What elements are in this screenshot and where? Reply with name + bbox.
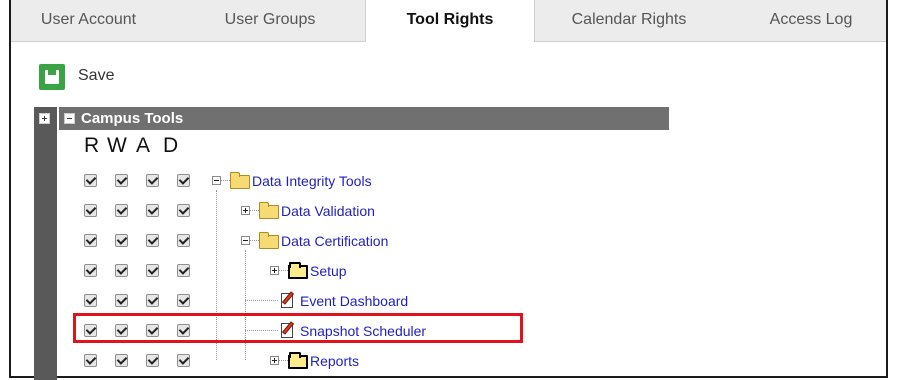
tab-user-account[interactable]: User Account [11, 0, 166, 41]
permission-checkbox[interactable] [146, 264, 159, 277]
tree-header: Campus Tools [59, 107, 669, 130]
perm-header-read: R [84, 134, 100, 157]
tree-node-label[interactable]: Data Validation [281, 203, 375, 219]
tab-bar: User Account User Groups Tool Rights Cal… [11, 0, 886, 42]
pencil-icon [281, 291, 295, 305]
folder-icon [288, 262, 308, 279]
tree-root-label: Campus Tools [81, 110, 184, 127]
tree-guide-line [245, 250, 246, 360]
tab-calendar-rights[interactable]: Calendar Rights [549, 0, 709, 41]
perm-header-write: W [107, 134, 127, 157]
tree-connector [250, 210, 259, 211]
collapse-node-icon[interactable] [241, 236, 250, 245]
perm-header-add: A [136, 134, 151, 157]
tree-sidebar [34, 107, 57, 380]
permission-checkbox[interactable] [115, 174, 128, 187]
permission-checkbox[interactable] [146, 204, 159, 217]
tree-connector [250, 240, 259, 241]
tree-node-label[interactable]: Setup [310, 263, 347, 279]
expand-node-icon[interactable] [241, 206, 250, 215]
tree-connector [279, 360, 288, 361]
highlight-box [73, 313, 523, 343]
folder-icon [259, 202, 279, 219]
permission-checkbox[interactable] [146, 174, 159, 187]
permission-checkbox[interactable] [115, 204, 128, 217]
tab-access-log[interactable]: Access Log [756, 0, 866, 41]
permission-checkbox[interactable] [84, 354, 97, 367]
expand-all-icon[interactable] [39, 113, 50, 124]
permission-checkbox[interactable] [177, 234, 190, 247]
folder-icon [230, 172, 250, 189]
page-edit-icon [281, 291, 295, 308]
permission-checkbox[interactable] [84, 234, 97, 247]
collapse-icon[interactable] [64, 113, 75, 124]
expand-node-icon[interactable] [270, 266, 279, 275]
permission-checkbox[interactable] [146, 354, 159, 367]
tree-connector [245, 300, 278, 301]
permission-checkbox[interactable] [146, 294, 159, 307]
tree-node-label[interactable]: Reports [310, 353, 359, 369]
expand-node-icon[interactable] [270, 356, 279, 365]
permission-checkbox[interactable] [115, 234, 128, 247]
collapse-node-icon[interactable] [212, 176, 221, 185]
permission-checkbox[interactable] [115, 264, 128, 277]
permission-checkbox[interactable] [115, 294, 128, 307]
tree-node-label[interactable]: Event Dashboard [300, 293, 408, 309]
permission-checkbox[interactable] [115, 354, 128, 367]
tab-tool-rights[interactable]: Tool Rights [365, 0, 535, 42]
tree-node-label[interactable]: Data Integrity Tools [252, 173, 372, 189]
tab-user-groups[interactable]: User Groups [209, 0, 331, 41]
tree-connector [279, 270, 288, 271]
permission-checkbox[interactable] [177, 174, 190, 187]
save-button[interactable]: Save [78, 67, 114, 85]
folder-icon [288, 352, 308, 369]
permission-checkbox[interactable] [84, 174, 97, 187]
tree-node-label[interactable]: Data Certification [281, 233, 388, 249]
permission-checkbox[interactable] [177, 354, 190, 367]
permission-checkbox[interactable] [84, 294, 97, 307]
permission-checkbox[interactable] [84, 264, 97, 277]
save-icon[interactable] [39, 64, 65, 90]
perm-header-delete: D [163, 134, 179, 157]
permission-checkbox[interactable] [84, 204, 97, 217]
permission-checkbox[interactable] [177, 264, 190, 277]
tree-connector [221, 180, 230, 181]
folder-icon [259, 232, 279, 249]
permission-checkbox[interactable] [146, 234, 159, 247]
permission-checkbox[interactable] [177, 294, 190, 307]
permission-checkbox[interactable] [177, 204, 190, 217]
